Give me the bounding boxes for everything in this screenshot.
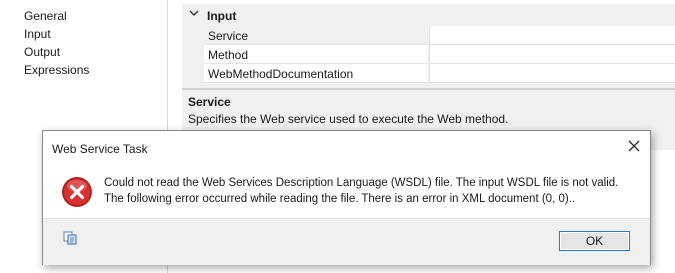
category-label: Input [207, 9, 237, 23]
description-text: Specifies the Web service used to execut… [188, 112, 509, 126]
property-name: Service [208, 29, 249, 43]
nav-item-input[interactable]: Input [24, 27, 51, 41]
property-name-cell[interactable]: Service [204, 26, 428, 45]
property-row-service[interactable]: Service [182, 26, 675, 45]
ok-button[interactable]: OK [559, 231, 630, 251]
property-name: Method [208, 48, 249, 62]
close-icon[interactable] [626, 138, 642, 154]
dialog-footer: OK [43, 218, 650, 265]
property-row-method[interactable]: Method [182, 45, 675, 64]
property-grid: Input Service Method WebMethodDocumentat… [182, 4, 675, 92]
dialog-title: Web Service Task [52, 142, 148, 156]
nav-item-output[interactable]: Output [24, 45, 60, 59]
dialog-message: Could not read the Web Services Descript… [104, 177, 619, 205]
property-value-cell[interactable] [429, 64, 675, 83]
nav-item-general[interactable]: General [24, 9, 67, 23]
property-value-cell[interactable] [429, 45, 675, 64]
chevron-down-icon[interactable] [188, 7, 200, 19]
description-title: Service [188, 95, 231, 109]
copy-icon[interactable] [62, 230, 78, 246]
category-row-input[interactable]: Input [182, 4, 675, 25]
property-name: WebMethodDocumentation [208, 67, 354, 81]
error-icon [62, 177, 92, 207]
error-dialog: Web Service Task Could not read the Web … [42, 130, 651, 265]
property-name-cell[interactable]: WebMethodDocumentation [204, 64, 428, 83]
property-row-webmethoddocumentation[interactable]: WebMethodDocumentation [182, 64, 675, 83]
nav-item-expressions[interactable]: Expressions [24, 63, 89, 77]
property-value-cell[interactable] [429, 26, 675, 45]
property-name-cell[interactable]: Method [204, 45, 428, 64]
